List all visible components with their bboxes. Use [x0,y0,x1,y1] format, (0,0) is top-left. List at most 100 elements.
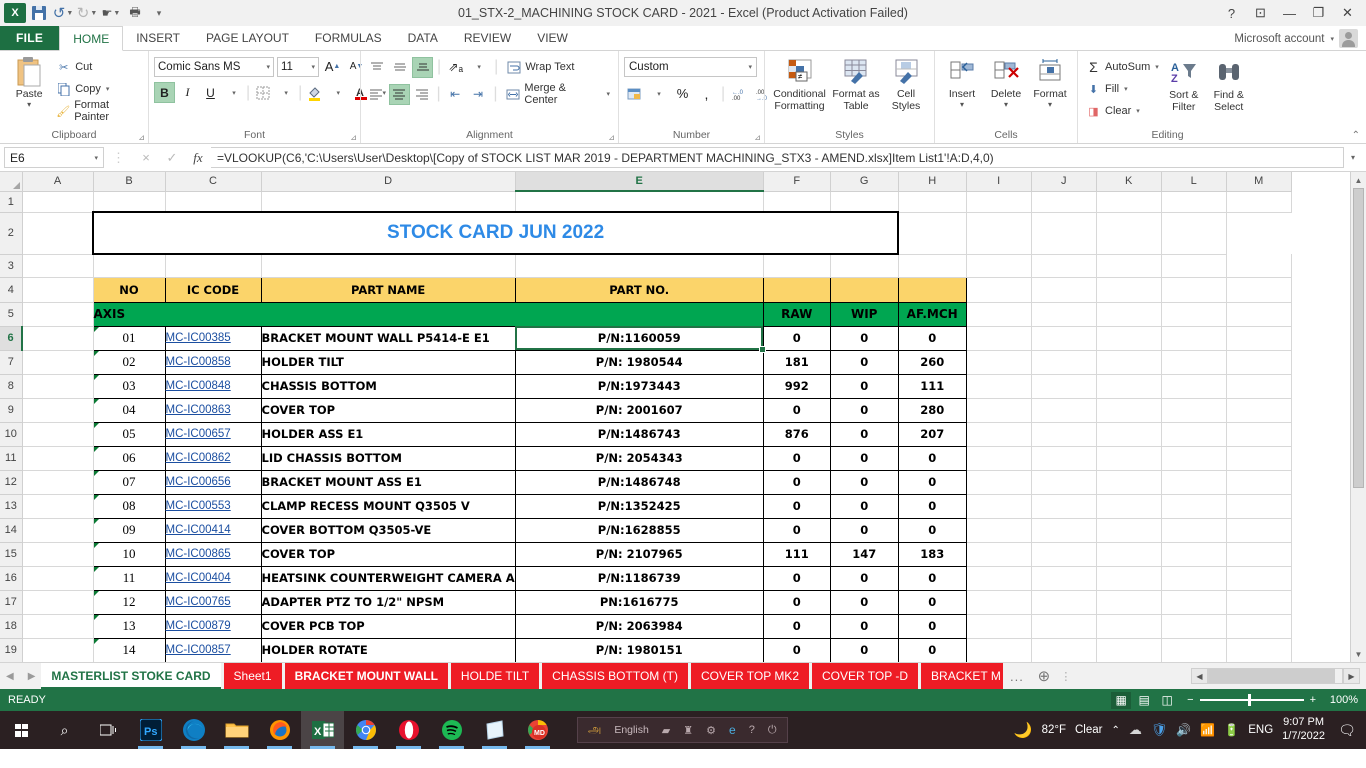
tab-formulas[interactable]: FORMULAS [302,26,395,50]
cell-af-14[interactable]: 0 [897,637,967,662]
cell-pn-8[interactable]: P/N:1352425 [514,493,764,519]
cell-L19[interactable] [1161,638,1227,662]
tab-view[interactable]: VIEW [524,26,581,50]
cell-L4[interactable] [1161,277,1227,303]
cell-I18[interactable] [966,614,1032,639]
cell-M1[interactable] [1226,191,1292,213]
cell-pn-12[interactable]: PN:1616775 [514,589,764,615]
notifications-icon[interactable]: 🗨 [1334,722,1360,739]
cell-af-7[interactable]: 0 [897,469,967,495]
font-name-combo[interactable]: Comic Sans MS ▾ [154,56,274,77]
language-bar[interactable]: அ English ▰ ♜ ⚙ e ? ⏻ [577,717,788,743]
network-icon[interactable]: 📶 [1200,723,1215,737]
chrome-md-icon[interactable]: MD [516,711,559,749]
cell-L14[interactable] [1161,518,1227,543]
sheet-tab-masterlist-stoke-card[interactable]: MASTERLIST STOKE CARD [41,663,221,689]
cell-M3[interactable] [1226,254,1292,278]
cell-G1[interactable] [830,191,899,213]
accounting-dropdown[interactable]: ▾ [648,83,669,104]
borders-button[interactable] [252,82,273,103]
format-cells-button[interactable]: Format ▾ [1028,54,1072,111]
section-label-axis[interactable]: AXIS [92,301,764,327]
cell-L5[interactable] [1161,302,1227,327]
sheet-nav-prev-icon[interactable]: ◀ [6,671,14,682]
cell-wip-10[interactable]: 147 [829,541,899,567]
cell-J2[interactable] [966,212,1032,255]
cell-M6[interactable] [1226,326,1292,351]
cell-J11[interactable] [1031,446,1097,471]
cell-M18[interactable] [1226,614,1292,639]
format-as-table-button[interactable]: Format as Table [829,54,884,114]
cell-K3[interactable] [1096,254,1162,278]
show-hidden-icons[interactable]: ⌃ [1111,725,1119,736]
cell-wip-2[interactable]: 0 [829,349,899,375]
align-middle-button[interactable] [389,57,410,78]
sheet-tabs-overflow[interactable]: ... [1006,663,1028,689]
chrome-icon[interactable] [344,711,387,749]
cell-af-9[interactable]: 0 [897,517,967,543]
cell-wip-7[interactable]: 0 [829,469,899,495]
customize-qat-icon[interactable]: ▾ [148,2,170,24]
cell-af-4[interactable]: 280 [897,397,967,423]
cell-F1[interactable] [763,191,831,213]
cell-J1[interactable] [1031,191,1097,213]
header-no[interactable]: NO [92,276,166,303]
cell-L12[interactable] [1161,470,1227,495]
onedrive-icon[interactable]: ☁ [1129,722,1142,738]
cell-raw-9[interactable]: 0 [762,517,831,543]
cell-K7[interactable] [1096,350,1162,375]
cell-K10[interactable] [1096,422,1162,447]
cell-J6[interactable] [1031,326,1097,351]
sheet-tab-cover-top-d[interactable]: COVER TOP -D [812,663,919,689]
row-header-14[interactable]: 14 [0,518,23,543]
cell-I8[interactable] [966,374,1032,399]
header-g4[interactable] [829,276,899,303]
cell-code-12[interactable]: MC-IC00765 [164,589,262,615]
row-header-1[interactable]: 1 [0,191,23,213]
cell-no-4[interactable]: 04 [92,397,166,423]
row-header-18[interactable]: 18 [0,614,23,639]
font-size-combo[interactable]: 11 ▾ [277,56,319,77]
cell-wip-6[interactable]: 0 [829,445,899,471]
cell-af-5[interactable]: 207 [897,421,967,447]
cell-no-13[interactable]: 13 [92,613,166,639]
redo-icon[interactable]: ↻ ▼ [76,2,98,24]
cell-L2[interactable] [1096,212,1162,255]
cell-A8[interactable] [22,374,94,399]
sheet-title-cell[interactable]: STOCK CARD JUN 2022 [91,211,900,255]
cell-name-10[interactable]: COVER TOP [260,541,516,567]
cell-K14[interactable] [1096,518,1162,543]
expand-formula-bar-icon[interactable]: ▾ [1344,153,1362,162]
cell-no-7[interactable]: 07 [92,469,166,495]
cell-G3[interactable] [830,254,899,278]
italic-button[interactable]: I [177,82,198,103]
cell-A13[interactable] [22,494,94,519]
tab-home[interactable]: HOME [59,26,124,51]
cell-L11[interactable] [1161,446,1227,471]
header-h4[interactable] [897,276,967,303]
row-header-7[interactable]: 7 [0,350,23,375]
cell-I10[interactable] [966,422,1032,447]
cell-no-3[interactable]: 03 [92,373,166,399]
cell-M2[interactable] [1161,212,1227,255]
cell-E3[interactable] [515,254,764,278]
cell-af-3[interactable]: 111 [897,373,967,399]
cell-M8[interactable] [1226,374,1292,399]
cell-pn-10[interactable]: P/N: 2107965 [514,541,764,567]
header-part-name[interactable]: PART NAME [260,276,516,303]
cell-H3[interactable] [898,254,967,278]
cell-K15[interactable] [1096,542,1162,567]
column-header-G[interactable]: G [830,172,899,192]
cell-J18[interactable] [1031,614,1097,639]
cell-K19[interactable] [1096,638,1162,662]
cell-wip-1[interactable]: 0 [829,325,899,351]
cell-M14[interactable] [1226,518,1292,543]
column-header-C[interactable]: C [165,172,262,192]
cell-wip-14[interactable]: 0 [829,637,899,662]
cell-code-4[interactable]: MC-IC00863 [164,397,262,423]
row-header-17[interactable]: 17 [0,590,23,615]
cell-J19[interactable] [1031,638,1097,662]
accounting-format-button[interactable] [624,83,645,104]
cell-raw-10[interactable]: 111 [762,541,831,567]
horizontal-scrollbar[interactable]: ◀ ▶ [1191,663,1366,689]
